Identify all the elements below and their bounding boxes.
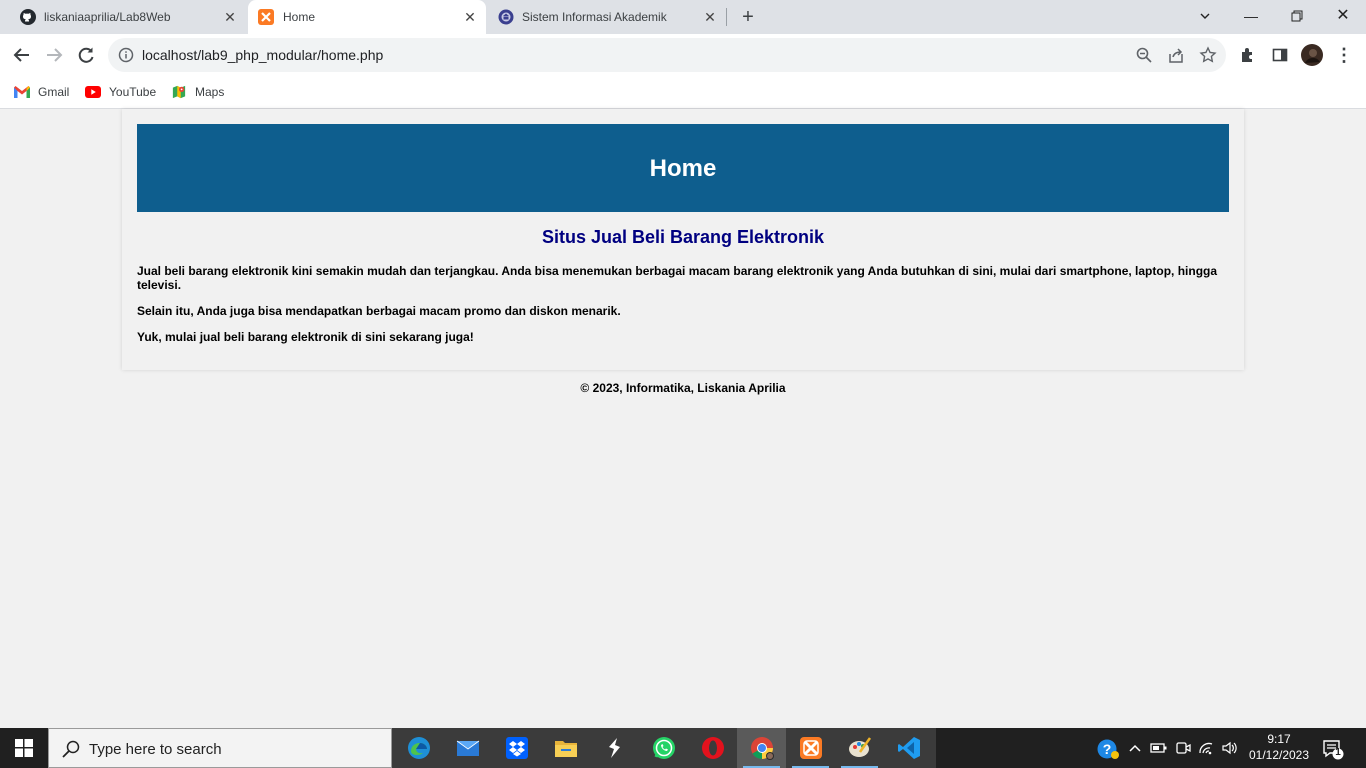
whatsapp-icon: [653, 737, 675, 759]
side-panel-icon[interactable]: [1268, 43, 1292, 67]
mail-icon: [456, 740, 480, 756]
tab-siakad[interactable]: Sistem Informasi Akademik ✕: [488, 0, 726, 34]
clock-time: 9:17: [1267, 732, 1291, 746]
help-icon[interactable]: ?: [1097, 738, 1119, 759]
tab-title: Sistem Informasi Akademik: [522, 10, 667, 24]
paragraph-promo: Selain itu, Anda juga bisa mendapatkan b…: [137, 304, 621, 318]
content-title: Situs Jual Beli Barang Elektronik: [541, 227, 825, 247]
taskbar-app-dropbox[interactable]: [492, 728, 541, 768]
taskbar-app-file-explorer[interactable]: [541, 728, 590, 768]
edge-icon: [408, 737, 430, 759]
url-text[interactable]: localhost/lab9_php_modular/home.php: [142, 47, 383, 63]
tab-search-chevron-icon[interactable]: [1193, 5, 1217, 27]
close-icon[interactable]: ✕: [462, 9, 478, 25]
bookmark-maps[interactable]: Maps: [171, 82, 224, 102]
paragraph-cta: Yuk, mulai jual beli barang elektronik d…: [137, 330, 474, 344]
avatar[interactable]: [1300, 43, 1324, 67]
notification-icon[interactable]: 1: [1322, 738, 1344, 760]
clock-date: 01/12/2023: [1248, 748, 1310, 762]
back-button[interactable]: [10, 43, 34, 67]
start-button[interactable]: [0, 728, 48, 768]
new-tab-button[interactable]: +: [738, 7, 758, 27]
gmail-icon: [14, 86, 30, 98]
tab-separator: [726, 8, 727, 26]
maps-icon: [172, 85, 186, 99]
vscode-icon: [898, 737, 920, 759]
xampp-icon: [800, 737, 822, 759]
taskbar-app-edge[interactable]: [394, 728, 443, 768]
wifi-icon[interactable]: [1197, 738, 1217, 758]
sublime-icon: [609, 738, 620, 758]
reload-button[interactable]: [74, 43, 98, 67]
bookmark-youtube[interactable]: YouTube: [85, 82, 156, 102]
chrome-icon: [751, 737, 774, 760]
taskbar: Type here to search ? 9:17 01/12/2023 1: [0, 728, 1366, 768]
dropbox-icon: [506, 737, 528, 759]
info-icon[interactable]: [118, 47, 134, 63]
tab-title: Home: [283, 10, 316, 24]
taskbar-app-chrome[interactable]: [737, 728, 786, 768]
taskbar-app-xampp[interactable]: [786, 728, 835, 768]
content-container: Home Situs Jual Beli Barang Elektronik J…: [122, 109, 1244, 370]
tab-strip: liskaniaaprilia/Lab8Web ✕ Home ✕ Sistem …: [0, 0, 1366, 34]
bookmark-label: Maps: [195, 85, 225, 99]
volume-icon[interactable]: [1220, 738, 1240, 758]
page-footer: © 2023, Informatika, Liskania Aprilia: [580, 381, 786, 395]
paint-icon: [849, 737, 872, 757]
tab-title: liskaniaaprilia/Lab8Web: [44, 10, 171, 24]
zoom-icon[interactable]: [1135, 46, 1153, 64]
battery-icon[interactable]: [1149, 738, 1169, 758]
xampp-icon: [258, 9, 274, 25]
taskbar-app-sublime[interactable]: [590, 728, 639, 768]
bookmark-gmail[interactable]: Gmail: [14, 82, 69, 102]
opera-icon: [702, 737, 724, 759]
bookmark-star-icon[interactable]: [1199, 46, 1217, 64]
taskbar-search-input[interactable]: Type here to search: [48, 728, 392, 768]
svg-text:?: ?: [1103, 741, 1112, 757]
file-explorer-icon: [555, 741, 577, 757]
system-clock[interactable]: 9:17 01/12/2023: [1244, 731, 1314, 763]
close-icon[interactable]: ✕: [702, 9, 718, 25]
university-icon: [498, 9, 514, 25]
address-bar[interactable]: localhost/lab9_php_modular/home.php: [108, 38, 1226, 72]
menu-kebab-icon[interactable]: ⋮: [1332, 43, 1356, 67]
tab-lab8web[interactable]: liskaniaaprilia/Lab8Web ✕: [0, 0, 246, 34]
bookmark-label: YouTube: [109, 85, 157, 99]
bookmark-label: Gmail: [38, 85, 70, 99]
taskbar-apps: [392, 728, 936, 768]
page-title: Home: [649, 155, 717, 182]
taskbar-app-opera[interactable]: [688, 728, 737, 768]
browser-toolbar: localhost/lab9_php_modular/home.php ⋮: [0, 34, 1366, 76]
taskbar-app-vscode[interactable]: [884, 728, 933, 768]
page-header: Home: [137, 124, 1229, 212]
paragraph-intro: Jual beli barang elektronik kini semakin…: [137, 264, 1218, 292]
taskbar-app-whatsapp[interactable]: [639, 728, 688, 768]
tab-home[interactable]: Home ✕: [248, 0, 486, 34]
camera-icon[interactable]: [1173, 738, 1193, 758]
extensions-icon[interactable]: [1236, 43, 1260, 67]
forward-button[interactable]: [42, 43, 66, 67]
close-icon[interactable]: ✕: [222, 9, 238, 25]
search-icon: [62, 740, 80, 758]
chevron-up-icon[interactable]: [1125, 738, 1145, 758]
bookmarks-bar: Gmail YouTube Maps: [0, 76, 1366, 109]
restore-button[interactable]: [1285, 5, 1309, 27]
windows-icon: [15, 739, 33, 757]
minimize-button[interactable]: —: [1239, 5, 1263, 27]
share-icon[interactable]: [1167, 46, 1185, 64]
youtube-icon: [85, 86, 101, 98]
notification-count: 1: [1335, 747, 1341, 758]
page-viewport: Home Situs Jual Beli Barang Elektronik J…: [0, 109, 1366, 728]
taskbar-app-paint[interactable]: [835, 728, 884, 768]
taskbar-app-mail[interactable]: [443, 728, 492, 768]
close-window-button[interactable]: ✕: [1331, 5, 1355, 27]
github-icon: [20, 9, 36, 25]
search-placeholder: Type here to search: [89, 741, 222, 758]
